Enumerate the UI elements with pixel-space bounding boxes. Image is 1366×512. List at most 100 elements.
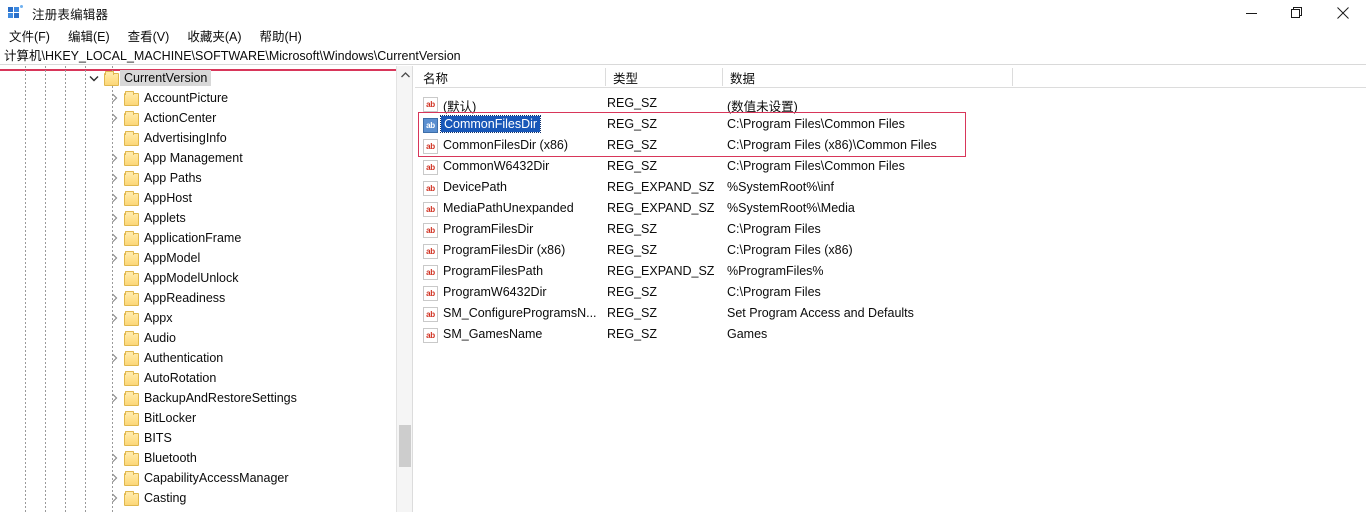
maximize-restore-button[interactable]	[1274, 0, 1320, 26]
table-row[interactable]: ab DevicePath REG_EXPAND_SZ %SystemRoot%\in…	[415, 178, 1366, 199]
tree-item-app-paths[interactable]: App Paths	[0, 168, 396, 188]
value-name-cell: DevicePath	[443, 180, 507, 194]
value-type-cell: REG_SZ	[607, 138, 658, 152]
table-row[interactable]: ab SM_ConfigureProgramsN... REG_SZ Set Prog…	[415, 304, 1366, 325]
chevron-right-icon[interactable]	[106, 148, 122, 168]
tree-item-applets[interactable]: Applets	[0, 208, 396, 228]
tree-item-label: Bluetooth	[144, 451, 197, 465]
table-row[interactable]: ab SM_GamesName REG_SZ Games	[415, 325, 1366, 346]
tree-item-authentication[interactable]: Authentication	[0, 348, 396, 368]
folder-icon	[124, 271, 139, 286]
tree-item-appx[interactable]: Appx	[0, 308, 396, 328]
tree-item-label: Appx	[144, 311, 173, 325]
column-header-data[interactable]: 数据	[722, 66, 1012, 88]
tree-vertical-scrollbar[interactable]	[396, 66, 412, 512]
registry-editor-window: 注册表编辑器 文件(F) 编辑(E) 查看(V) 收藏夹(A) 帮助(H) 计算…	[0, 0, 1366, 512]
window-title: 注册表编辑器	[32, 7, 109, 22]
menu-edit[interactable]: 编辑(E)	[59, 25, 119, 46]
table-row[interactable]: ab ProgramFilesDir (x86) REG_SZ C:\Program …	[415, 241, 1366, 262]
tree-item-label: Casting	[144, 491, 187, 505]
scrollbar-thumb[interactable]	[399, 425, 411, 467]
value-name-cell: CommonFilesDir (x86)	[443, 138, 569, 152]
table-row[interactable]: ab ProgramW6432Dir REG_SZ C:\Program Files	[415, 283, 1366, 304]
table-row[interactable]: ab ProgramFilesPath REG_EXPAND_SZ %ProgramF…	[415, 262, 1366, 283]
table-row[interactable]: ab MediaPathUnexpanded REG_EXPAND_SZ %Syste…	[415, 199, 1366, 220]
scroll-up-arrow-icon[interactable]	[397, 66, 413, 83]
folder-icon	[124, 151, 139, 166]
menu-help[interactable]: 帮助(H)	[250, 25, 310, 46]
value-type-cell: REG_SZ	[607, 243, 658, 257]
tree-item-label: App Management	[144, 151, 243, 165]
tree-item-label: AdvertisingInfo	[144, 131, 227, 145]
chevron-right-icon[interactable]	[106, 348, 122, 368]
tree-item-autorotation[interactable]: AutoRotation	[0, 368, 396, 388]
chevron-right-icon[interactable]	[106, 228, 122, 248]
ab-string-value-icon: ab	[423, 286, 438, 301]
chevron-right-icon[interactable]	[106, 88, 122, 108]
table-row[interactable]: ab (默认) REG_SZ (数值未设置)	[415, 94, 1366, 115]
menu-favorites[interactable]: 收藏夹(A)	[178, 25, 250, 46]
address-bar[interactable]: 计算机\HKEY_LOCAL_MACHINE\SOFTWARE\Microsof…	[0, 45, 1366, 65]
value-type-cell: REG_SZ	[607, 159, 658, 173]
table-row[interactable]: ab CommonW6432Dir REG_SZ C:\Program Files\C…	[415, 157, 1366, 178]
tree-item-app-management[interactable]: App Management	[0, 148, 396, 168]
minimize-button[interactable]	[1228, 0, 1274, 26]
chevron-right-icon[interactable]	[106, 168, 122, 188]
chevron-right-icon[interactable]	[106, 208, 122, 228]
table-row[interactable]: ab CommonFilesDir REG_SZ C:\Program Files\C…	[415, 115, 1366, 136]
value-data-cell: C:\Program Files	[727, 285, 821, 299]
value-data-cell: (数值未设置)	[727, 100, 798, 114]
table-row[interactable]: ab CommonFilesDir (x86) REG_SZ C:\Program F…	[415, 136, 1366, 157]
tree-item-capabilityaccessmanager[interactable]: CapabilityAccessManager	[0, 468, 396, 488]
ab-string-value-icon: ab	[423, 139, 438, 154]
tree-item-bits[interactable]: BITS	[0, 428, 396, 448]
folder-icon	[124, 391, 139, 406]
registry-key-tree[interactable]: CurrentVersion AccountPicture ActionCenter…	[0, 66, 396, 512]
value-data-cell: %SystemRoot%\Media	[727, 201, 855, 215]
tree-item-label: CurrentVersion	[120, 70, 212, 86]
tree-item-label: AppModelUnlock	[144, 271, 239, 285]
chevron-right-icon[interactable]	[106, 308, 122, 328]
ab-string-value-icon: ab	[423, 265, 438, 280]
tree-item-audio[interactable]: Audio	[0, 328, 396, 348]
tree-item-currentversion[interactable]: CurrentVersion	[0, 68, 396, 88]
folder-icon	[124, 251, 139, 266]
tree-item-advertisinginfo[interactable]: AdvertisingInfo	[0, 128, 396, 148]
value-name-cell: ProgramFilesDir	[443, 222, 534, 236]
tree-item-casting[interactable]: Casting	[0, 488, 396, 508]
tree-item-apphost[interactable]: AppHost	[0, 188, 396, 208]
registry-values-list[interactable]: 名称 类型 数据 ab (默认) REG_SZ (数值未设置) ab CommonFile…	[415, 66, 1366, 512]
ab-string-value-icon: ab	[423, 181, 438, 196]
value-type-cell: REG_EXPAND_SZ	[607, 201, 715, 215]
value-data-cell: Games	[727, 327, 768, 341]
tree-item-label: ApplicationFrame	[144, 231, 242, 245]
tree-item-actioncenter[interactable]: ActionCenter	[0, 108, 396, 128]
chevron-right-icon[interactable]	[106, 248, 122, 268]
chevron-right-icon[interactable]	[106, 468, 122, 488]
chevron-right-icon[interactable]	[106, 188, 122, 208]
chevron-right-icon[interactable]	[106, 388, 122, 408]
tree-item-accountpicture[interactable]: AccountPicture	[0, 88, 396, 108]
menu-file[interactable]: 文件(F)	[0, 25, 59, 46]
tree-item-backupandrestoresettings[interactable]: BackupAndRestoreSettings	[0, 388, 396, 408]
column-header-name[interactable]: 名称	[415, 66, 605, 88]
tree-item-bitlocker[interactable]: BitLocker	[0, 408, 396, 428]
value-name-cell: MediaPathUnexpanded	[443, 201, 574, 215]
chevron-right-icon[interactable]	[106, 288, 122, 308]
chevron-right-icon[interactable]	[106, 108, 122, 128]
folder-icon	[124, 131, 139, 146]
chevron-right-icon[interactable]	[106, 448, 122, 468]
tree-item-appreadiness[interactable]: AppReadiness	[0, 288, 396, 308]
chevron-down-icon[interactable]	[86, 68, 102, 88]
tree-item-label: AccountPicture	[144, 91, 229, 105]
chevron-right-icon[interactable]	[106, 488, 122, 508]
tree-item-appmodelunlock[interactable]: AppModelUnlock	[0, 268, 396, 288]
menu-view[interactable]: 查看(V)	[119, 25, 179, 46]
value-data-cell: Set Program Access and Defaults	[727, 306, 914, 320]
tree-item-applicationframe[interactable]: ApplicationFrame	[0, 228, 396, 248]
tree-item-bluetooth[interactable]: Bluetooth	[0, 448, 396, 468]
column-header-type[interactable]: 类型	[605, 66, 722, 88]
tree-item-appmodel[interactable]: AppModel	[0, 248, 396, 268]
close-button[interactable]	[1320, 0, 1366, 26]
table-row[interactable]: ab ProgramFilesDir REG_SZ C:\Program Files	[415, 220, 1366, 241]
